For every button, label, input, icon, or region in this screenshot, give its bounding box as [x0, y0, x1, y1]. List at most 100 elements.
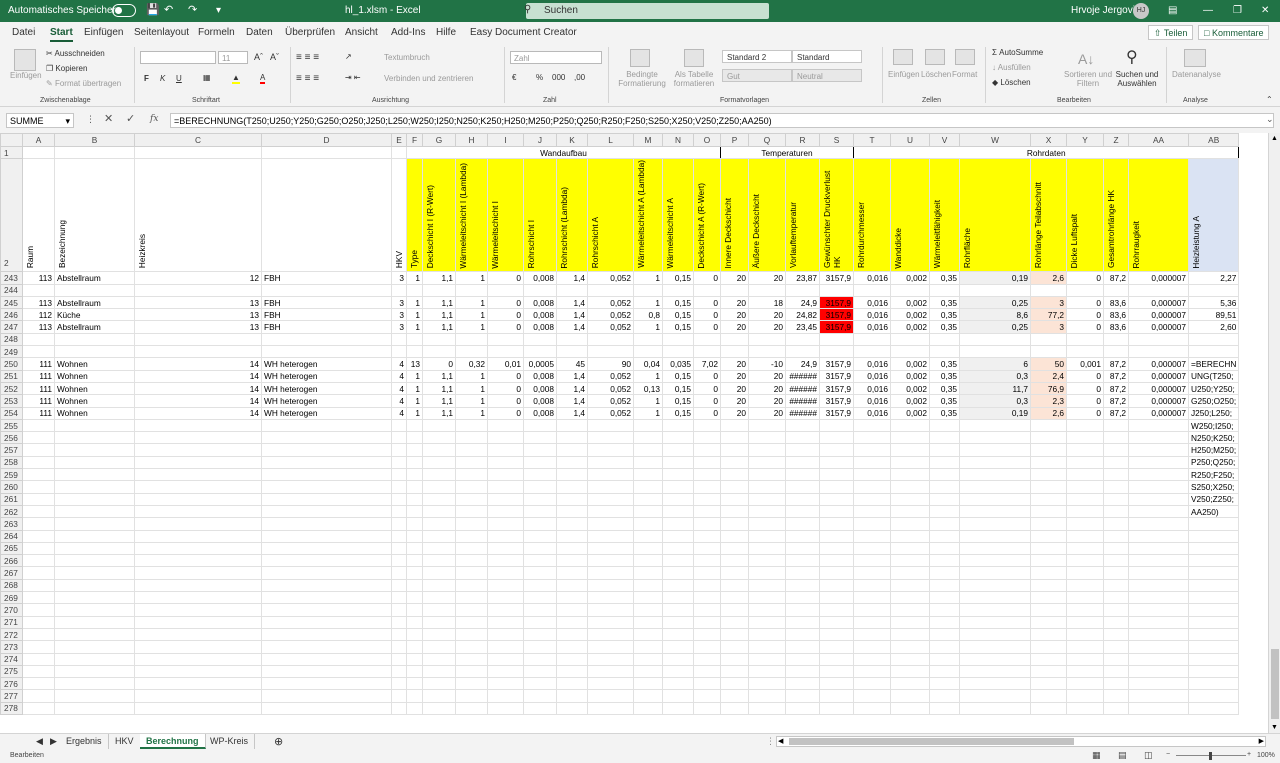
cell-c[interactable]: 14: [134, 357, 262, 371]
cell-h[interactable]: [455, 701, 488, 715]
header-cell-j[interactable]: Rohrschicht I: [523, 158, 557, 273]
cell-u[interactable]: [890, 517, 930, 531]
select-all-corner[interactable]: [0, 133, 23, 147]
cell-x[interactable]: [1030, 345, 1067, 359]
cell-g[interactable]: [422, 664, 456, 679]
cell-z[interactable]: 83,6: [1103, 308, 1129, 322]
cell-k[interactable]: [556, 677, 588, 691]
cell-i[interactable]: [487, 541, 524, 556]
cell-e[interactable]: [391, 468, 407, 482]
header-cell-d[interactable]: [261, 158, 392, 273]
column-header-w[interactable]: W: [959, 133, 1031, 147]
cell-v[interactable]: [929, 431, 960, 445]
cell-s[interactable]: [819, 627, 854, 642]
style-gut[interactable]: Gut: [722, 69, 792, 82]
cell-n[interactable]: [662, 443, 694, 457]
cell-g[interactable]: [422, 468, 456, 482]
cell-t[interactable]: [853, 591, 891, 605]
cell-c[interactable]: [134, 418, 262, 433]
cell-ab[interactable]: [1187, 615, 1240, 629]
cell-v[interactable]: 0,35: [929, 357, 960, 371]
cell-s[interactable]: 3157,9: [819, 320, 854, 334]
data-analysis-icon[interactable]: [1184, 49, 1206, 67]
cell-l[interactable]: [587, 283, 634, 297]
cell-k[interactable]: 1,4: [556, 394, 588, 408]
cell-j[interactable]: [523, 566, 557, 580]
cell-x[interactable]: 76,9: [1030, 381, 1067, 396]
close-icon[interactable]: ✕: [1261, 5, 1269, 16]
cell-v[interactable]: [929, 566, 960, 580]
cell-x[interactable]: 77,2: [1030, 308, 1067, 322]
header-cell-x[interactable]: Rohrlänge Teilabschnitt: [1030, 158, 1067, 273]
cell-v[interactable]: 0,35: [929, 406, 960, 420]
cell-j[interactable]: [523, 443, 557, 457]
format-cells-icon[interactable]: [955, 49, 975, 65]
cell-ab[interactable]: S250;X250;: [1187, 480, 1240, 494]
cell-u[interactable]: 0,002: [890, 406, 930, 420]
cell-w[interactable]: [959, 677, 1031, 691]
tab-einfuegen[interactable]: Einfügen: [84, 27, 123, 38]
cell-f[interactable]: [406, 603, 423, 617]
cell-j[interactable]: 0,0005: [523, 357, 557, 371]
cell-g[interactable]: [422, 529, 456, 543]
cell-j[interactable]: [523, 504, 557, 519]
cell-y[interactable]: [1066, 627, 1104, 642]
cell-d[interactable]: [261, 689, 392, 703]
cell-v[interactable]: [929, 541, 960, 556]
cell-f[interactable]: [406, 283, 423, 297]
cell-l[interactable]: [587, 418, 634, 433]
cell-y[interactable]: [1066, 529, 1104, 543]
cell-h[interactable]: 1: [455, 406, 488, 420]
cell-a[interactable]: [22, 443, 55, 457]
cell-e[interactable]: [391, 554, 407, 568]
cell-r[interactable]: [785, 468, 820, 482]
comments-button[interactable]: □ Kommentare: [1198, 25, 1270, 40]
cell-b[interactable]: Wohnen: [54, 357, 135, 371]
header-cell-b[interactable]: Bezeichnung: [54, 158, 135, 273]
cell-m[interactable]: [633, 566, 663, 580]
cell-p[interactable]: [720, 431, 749, 445]
border-icon[interactable]: ▦: [203, 73, 211, 82]
column-header-x[interactable]: X: [1030, 133, 1067, 147]
cell-z[interactable]: 87,2: [1103, 357, 1129, 371]
cell-ab[interactable]: [1187, 283, 1240, 297]
cell-w[interactable]: [959, 455, 1031, 470]
cell-u[interactable]: [890, 640, 930, 654]
cell-j[interactable]: 0,008: [523, 381, 557, 396]
cell-b[interactable]: [54, 418, 135, 433]
cell-w[interactable]: 0,19: [959, 406, 1031, 420]
cell-u[interactable]: 0,002: [890, 320, 930, 334]
cell-ab[interactable]: [1187, 627, 1240, 642]
cell-v[interactable]: [929, 529, 960, 543]
cell-y[interactable]: 0: [1066, 394, 1104, 408]
cell-s[interactable]: 3157,9: [819, 271, 854, 285]
cell-j[interactable]: [523, 418, 557, 433]
cell-q[interactable]: [748, 701, 786, 715]
cell-j[interactable]: [523, 480, 557, 494]
cell-g[interactable]: [422, 677, 456, 691]
cell-u[interactable]: [890, 677, 930, 691]
cell-e[interactable]: 3: [391, 308, 407, 322]
cell-z[interactable]: 83,6: [1103, 295, 1129, 310]
row-header[interactable]: 262: [0, 504, 23, 519]
cell-f[interactable]: [406, 480, 423, 494]
cell-h[interactable]: [455, 529, 488, 543]
cell-i[interactable]: [487, 627, 524, 642]
cell-z[interactable]: 87,2: [1103, 271, 1129, 285]
cell-y[interactable]: [1066, 664, 1104, 679]
tab-start[interactable]: Start: [50, 27, 73, 42]
cell-k[interactable]: 1,4: [556, 271, 588, 285]
cell-r[interactable]: [785, 554, 820, 568]
row-header[interactable]: 265: [0, 541, 23, 556]
cell-v[interactable]: [929, 689, 960, 703]
cell-b[interactable]: Wohnen: [54, 394, 135, 408]
cell-j[interactable]: [523, 529, 557, 543]
cell-r[interactable]: [785, 541, 820, 556]
cell-p[interactable]: [720, 603, 749, 617]
cell-e[interactable]: [391, 677, 407, 691]
column-header-e[interactable]: E: [391, 133, 407, 147]
cell-p[interactable]: [720, 566, 749, 580]
cell-u[interactable]: 0,002: [890, 394, 930, 408]
cell[interactable]: [54, 145, 135, 160]
cell-w[interactable]: [959, 492, 1031, 506]
